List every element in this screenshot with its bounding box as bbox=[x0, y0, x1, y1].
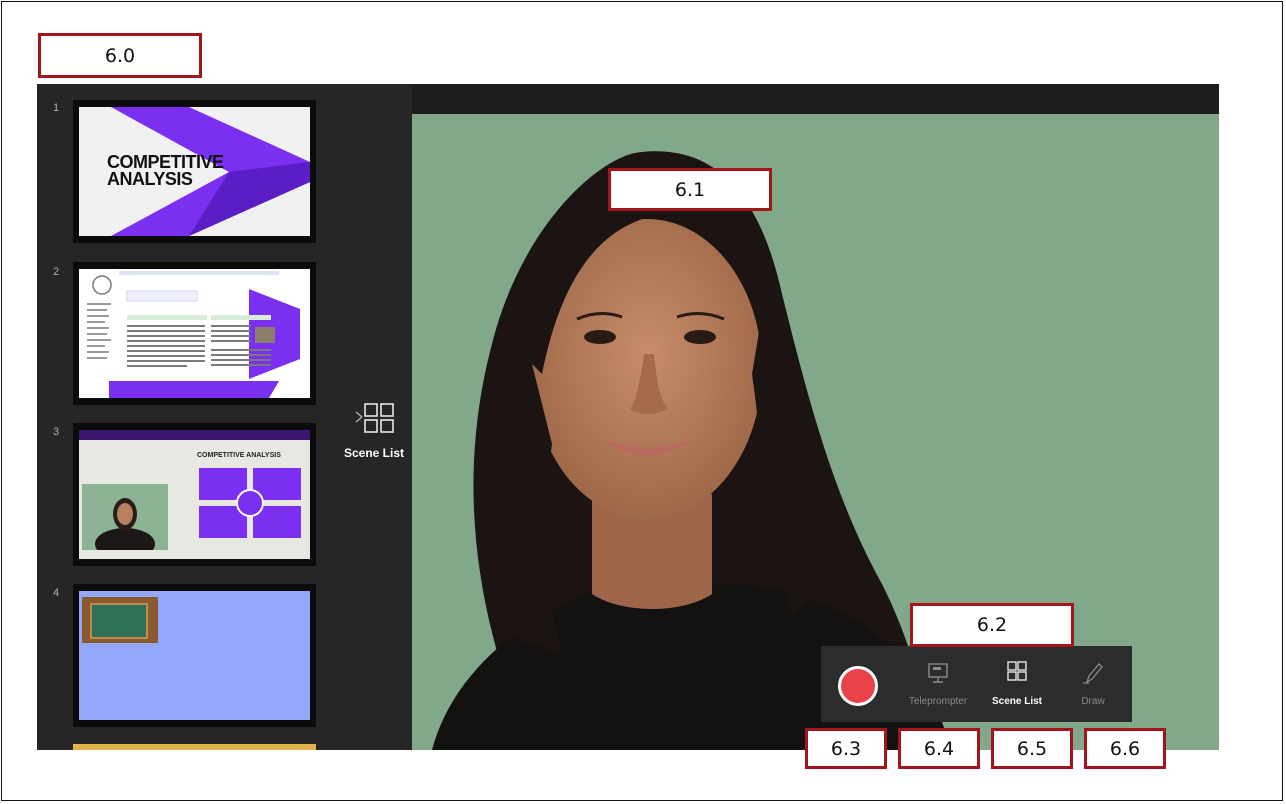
draw-label: Draw bbox=[1081, 696, 1105, 707]
presenter-video-thumb bbox=[82, 484, 168, 550]
scene-list-label: Scene List bbox=[991, 696, 1043, 707]
callout-6-5: 6.5 bbox=[991, 728, 1073, 769]
draw-button[interactable]: Draw bbox=[1057, 646, 1129, 722]
chalkboard-image bbox=[82, 597, 158, 643]
grid-icon bbox=[1007, 661, 1027, 681]
scene-list-tab[interactable]: Scene List bbox=[338, 399, 410, 469]
callout-6-4: 6.4 bbox=[898, 728, 980, 769]
recording-toolbar: Teleprompter Scene List Draw bbox=[821, 646, 1132, 722]
slide-number: 4 bbox=[53, 587, 60, 599]
slide-rail: 1 COMPETITIVE ANALYSIS 2 3 COMPETITIVE A… bbox=[37, 84, 412, 750]
slide-number: 3 bbox=[53, 426, 60, 438]
callout-6-2: 6.2 bbox=[910, 603, 1074, 647]
callout-6-3: 6.3 bbox=[805, 728, 887, 769]
scene-list-tab-label: Scene List bbox=[343, 446, 405, 460]
slide-thumbnail-3[interactable]: COMPETITIVE ANALYSIS bbox=[73, 423, 316, 566]
scene-list-button[interactable]: Scene List bbox=[981, 646, 1053, 722]
presenter-graphic bbox=[95, 498, 155, 550]
monitor-icon bbox=[928, 663, 948, 683]
pen-icon bbox=[1083, 663, 1103, 684]
slide-thumbnail-1[interactable]: COMPETITIVE ANALYSIS bbox=[73, 100, 316, 243]
grid-icon bbox=[355, 403, 394, 433]
teleprompter-button[interactable]: Teleprompter bbox=[897, 646, 979, 722]
slide-thumbnail-2[interactable] bbox=[73, 262, 316, 405]
slide-number: 2 bbox=[53, 266, 60, 278]
slide-thumbnail-4[interactable] bbox=[73, 584, 316, 727]
analysis-quadrant-graphic bbox=[199, 468, 301, 538]
slide-title-line2: ANALYSIS bbox=[107, 169, 193, 189]
stage-top-bar bbox=[412, 84, 1219, 114]
teleprompter-label: Teleprompter bbox=[908, 696, 968, 707]
slide-header-bar bbox=[79, 430, 310, 440]
slide-number: 1 bbox=[53, 102, 60, 114]
slide-thumbnail-5-partial[interactable] bbox=[73, 744, 316, 750]
callout-6-0: 6.0 bbox=[38, 33, 202, 78]
callout-6-6: 6.6 bbox=[1084, 728, 1166, 769]
record-button[interactable] bbox=[838, 666, 878, 706]
slide-heading: COMPETITIVE ANALYSIS bbox=[197, 452, 281, 459]
callout-6-1: 6.1 bbox=[608, 168, 772, 211]
webpage-screenshot-graphic bbox=[87, 271, 300, 398]
